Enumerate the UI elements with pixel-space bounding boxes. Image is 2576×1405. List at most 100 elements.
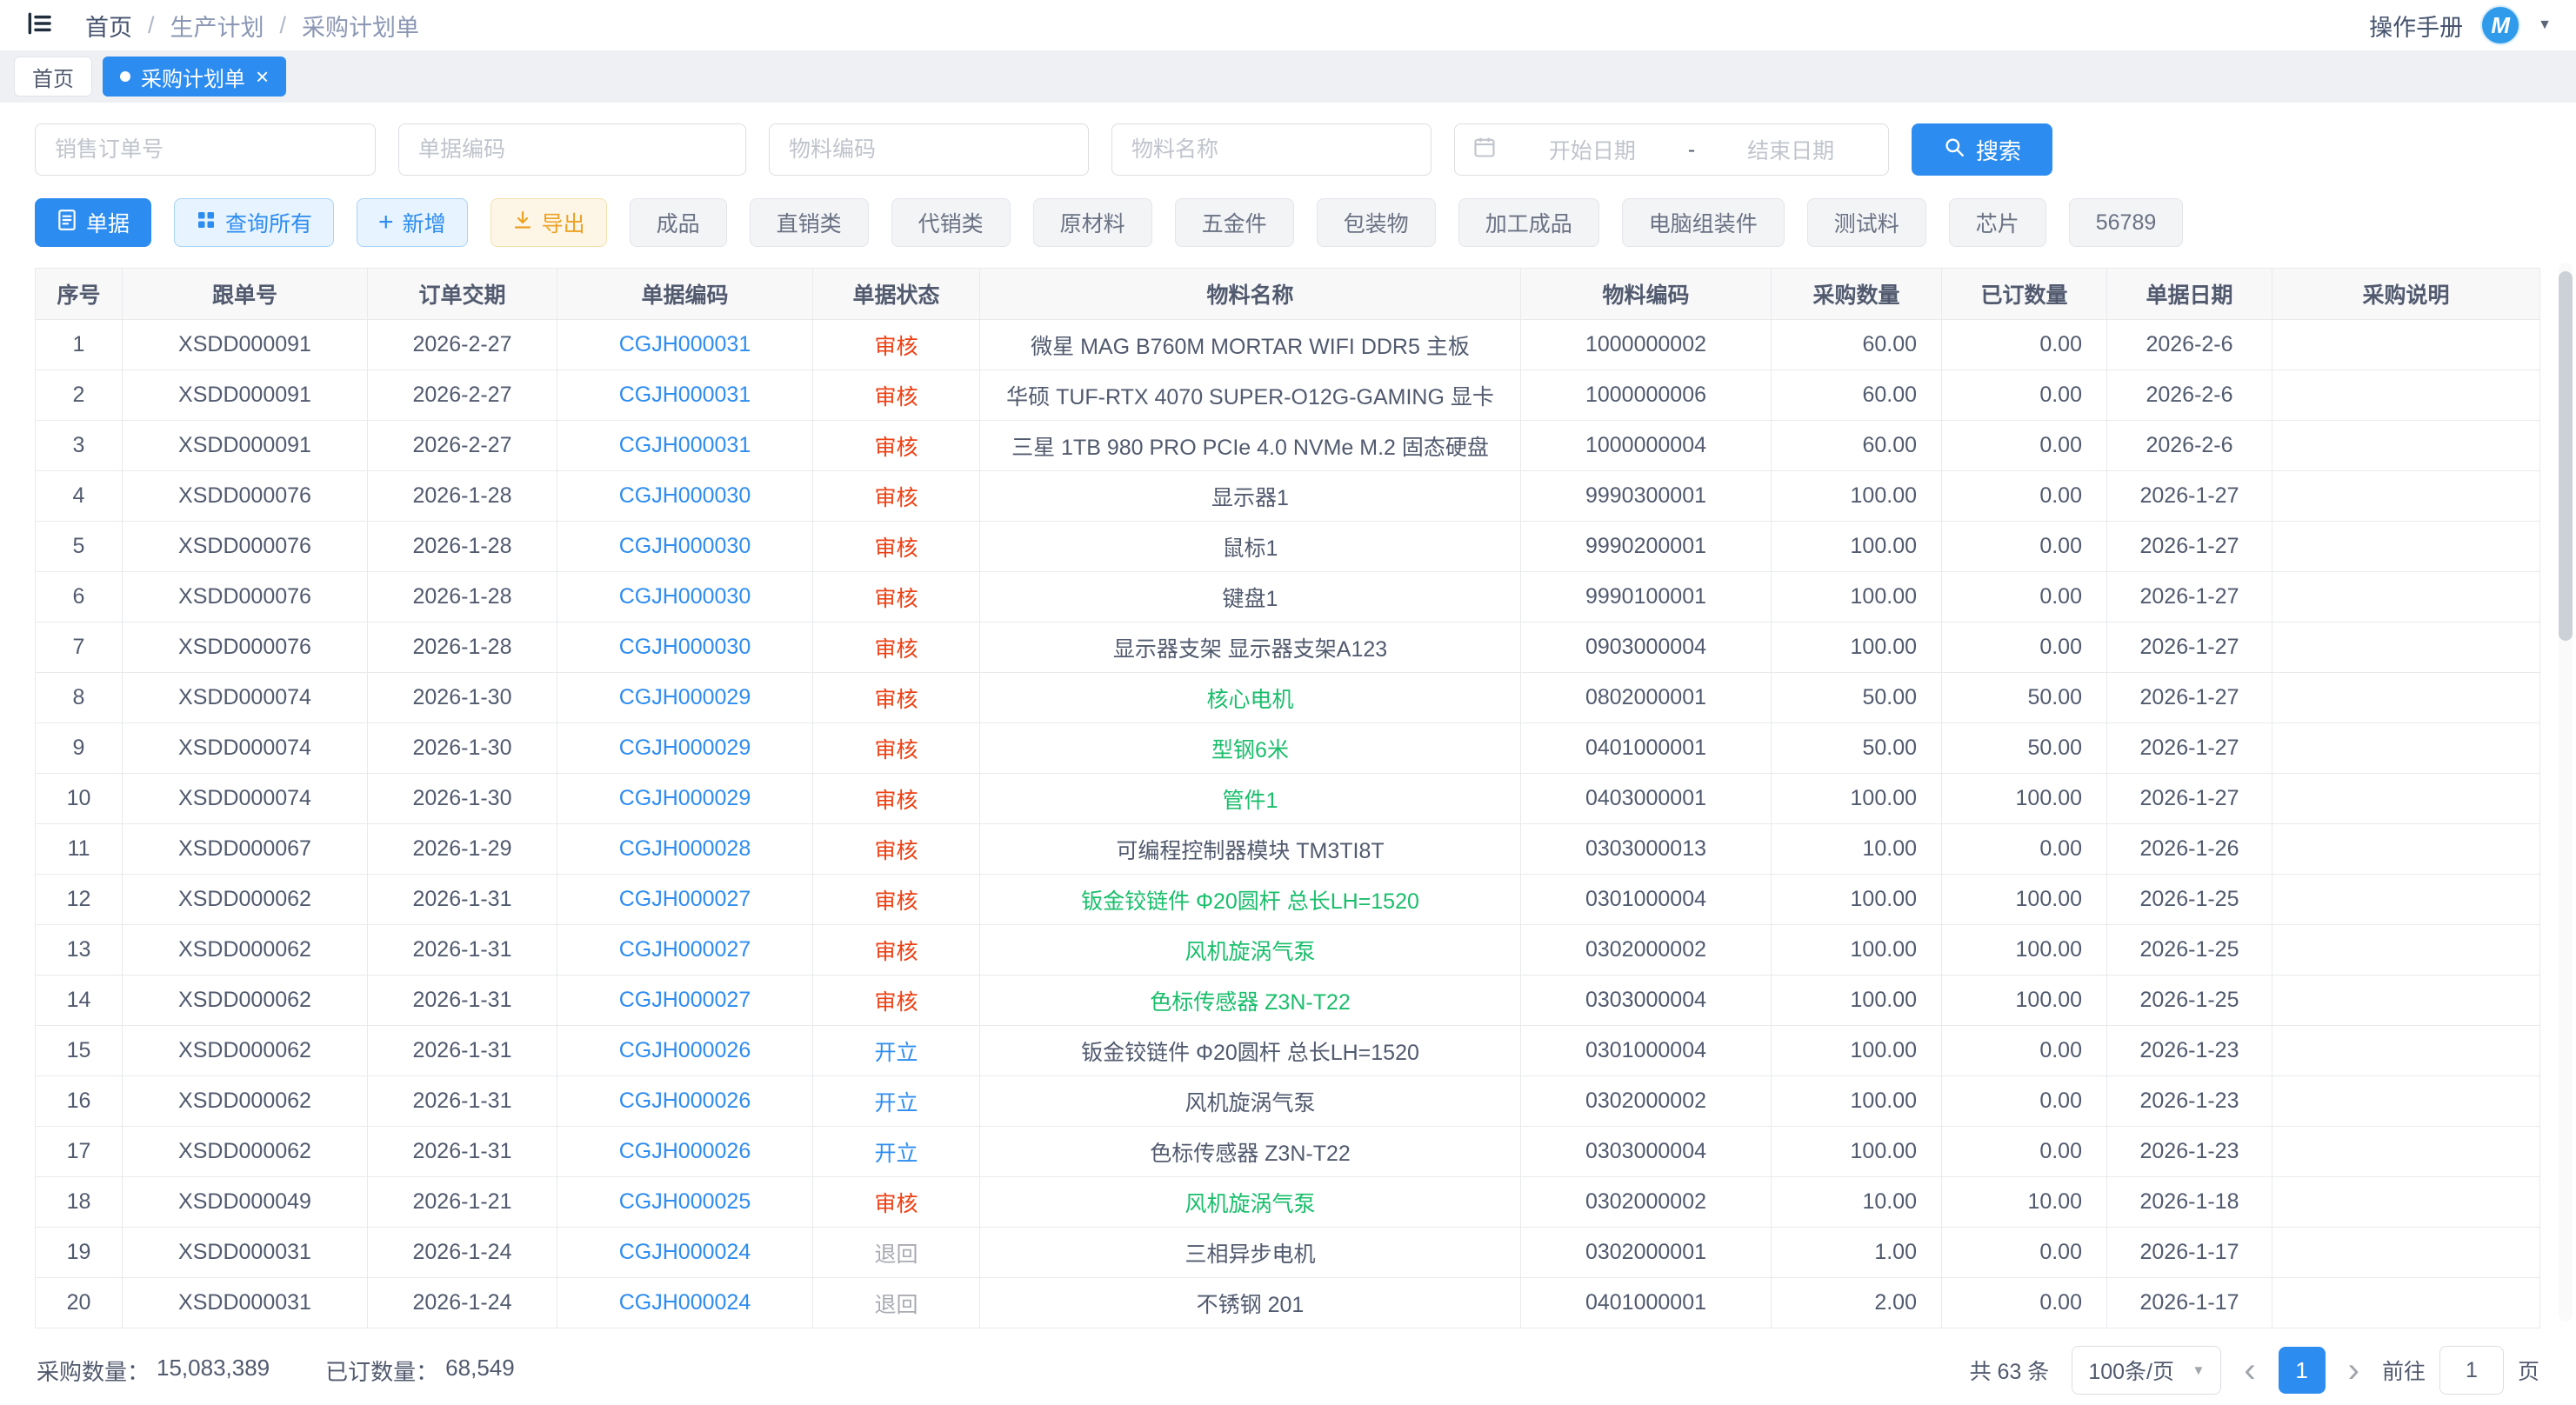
table-row[interactable]: 10XSDD0000742026-1-30CGJH000029审核管件10403… (36, 774, 2540, 824)
table-row[interactable]: 2XSDD0000912026-2-27CGJH000031审核华硕 TUF-R… (36, 370, 2540, 421)
cell-material_name: 三星 1TB 980 PRO PCIe 4.0 NVMe M.2 固态硬盘 (980, 421, 1521, 471)
category-filter-button[interactable]: 加工成品 (1458, 198, 1599, 247)
category-filter-button[interactable]: 原材料 (1033, 198, 1152, 247)
sales-order-input[interactable] (35, 123, 376, 176)
category-filter-button[interactable]: 芯片 (1949, 198, 2046, 247)
cell-note (2272, 572, 2540, 623)
doc-code-link[interactable]: CGJH000028 (557, 824, 813, 875)
tab-home[interactable]: 首页 (14, 57, 92, 97)
category-filter-button[interactable]: 成品 (630, 198, 727, 247)
cell-due_date: 2026-1-31 (368, 925, 557, 976)
cell-purchase_qty: 50.00 (1772, 723, 1942, 774)
query-all-button[interactable]: 查询所有 (174, 198, 334, 247)
category-filter-button[interactable]: 直销类 (750, 198, 869, 247)
table-row[interactable]: 19XSDD0000312026-1-24CGJH000024退回三相异步电机0… (36, 1228, 2540, 1278)
table-row[interactable]: 11XSDD0000672026-1-29CGJH000028审核可编程控制器模… (36, 824, 2540, 875)
doc-code-link[interactable]: CGJH000024 (557, 1278, 813, 1328)
add-button[interactable]: + 新增 (357, 198, 468, 247)
table-row[interactable]: 4XSDD0000762026-1-28CGJH000030审核显示器19990… (36, 471, 2540, 522)
table-row[interactable]: 7XSDD0000762026-1-28CGJH000030审核显示器支架 显示… (36, 623, 2540, 673)
column-header: 订单交期 (368, 269, 557, 320)
chevron-down-icon[interactable]: ▼ (2538, 17, 2552, 33)
category-filter-button[interactable]: 56789 (2069, 198, 2184, 247)
operation-manual-link[interactable]: 操作手册 (2369, 9, 2463, 43)
close-icon[interactable]: × (256, 65, 269, 88)
cell-material_code: 1000000004 (1521, 421, 1772, 471)
next-page-button[interactable]: › (2348, 1353, 2359, 1388)
cell-seq: 16 (36, 1076, 123, 1127)
doc-code-link[interactable]: CGJH000026 (557, 1026, 813, 1076)
table-row[interactable]: 14XSDD0000622026-1-31CGJH000027审核色标传感器 Z… (36, 976, 2540, 1026)
category-filter-button[interactable]: 测试料 (1807, 198, 1926, 247)
doc-code-link[interactable]: CGJH000031 (557, 370, 813, 421)
tab-purchase-plan[interactable]: 采购计划单 × (103, 57, 286, 97)
breadcrumb-item-production-plan[interactable]: 生产计划 (170, 9, 264, 43)
material-name-input[interactable] (1111, 123, 1431, 176)
doc-code-link[interactable]: CGJH000030 (557, 623, 813, 673)
doc-code-link[interactable]: CGJH000026 (557, 1076, 813, 1127)
doc-code-link[interactable]: CGJH000024 (557, 1228, 813, 1278)
cell-seq: 2 (36, 370, 123, 421)
vertical-scrollbar-thumb[interactable] (2559, 271, 2573, 641)
material-code-input[interactable] (769, 123, 1089, 176)
avatar[interactable]: M (2480, 5, 2520, 45)
vertical-scrollbar-track[interactable] (2559, 263, 2573, 1322)
chevron-down-icon: ▼ (2192, 1363, 2205, 1378)
cell-due_date: 2026-1-28 (368, 471, 557, 522)
table-row[interactable]: 1XSDD0000912026-2-27CGJH000031审核微星 MAG B… (36, 320, 2540, 370)
prev-page-button[interactable]: ‹ (2244, 1353, 2255, 1388)
doc-code-link[interactable]: CGJH000029 (557, 774, 813, 824)
table-row[interactable]: 20XSDD0000312026-1-24CGJH000024退回不锈钢 201… (36, 1278, 2540, 1328)
download-icon (512, 210, 533, 236)
cell-material_name: 色标传感器 Z3N-T22 (980, 1127, 1521, 1177)
export-button[interactable]: 导出 (491, 198, 607, 247)
sidebar-toggle-button[interactable] (24, 10, 54, 42)
breadcrumb-item-home[interactable]: 首页 (85, 9, 132, 43)
doc-code-input[interactable] (398, 123, 746, 176)
table-row[interactable]: 9XSDD0000742026-1-30CGJH000029审核型钢6米0401… (36, 723, 2540, 774)
category-filter-button[interactable]: 电脑组装件 (1622, 198, 1785, 247)
search-icon (1943, 136, 1965, 164)
page-size-select[interactable]: 100条/页 ▼ (2072, 1346, 2221, 1395)
category-filter-button[interactable]: 五金件 (1175, 198, 1294, 247)
doc-code-link[interactable]: CGJH000027 (557, 976, 813, 1026)
table-row[interactable]: 18XSDD0000492026-1-21CGJH000025审核风机旋涡气泵0… (36, 1177, 2540, 1228)
doc-code-link[interactable]: CGJH000031 (557, 421, 813, 471)
table-row[interactable]: 5XSDD0000762026-1-28CGJH000030审核鼠标199902… (36, 522, 2540, 572)
table-row[interactable]: 16XSDD0000622026-1-31CGJH000026开立风机旋涡气泵0… (36, 1076, 2540, 1127)
table-row[interactable]: 8XSDD0000742026-1-30CGJH000029审核核心电机0802… (36, 673, 2540, 723)
goto-page-input[interactable] (2439, 1346, 2504, 1395)
date-range-picker[interactable]: 开始日期 - 结束日期 (1454, 123, 1889, 176)
doc-code-link[interactable]: CGJH000030 (557, 471, 813, 522)
doc-code-link[interactable]: CGJH000030 (557, 522, 813, 572)
doc-code-link[interactable]: CGJH000026 (557, 1127, 813, 1177)
page-number-button[interactable]: 1 (2279, 1347, 2326, 1394)
cell-doc_date: 2026-1-25 (2107, 925, 2272, 976)
doc-code-link[interactable]: CGJH000029 (557, 673, 813, 723)
table-row[interactable]: 17XSDD0000622026-1-31CGJH000026开立色标传感器 Z… (36, 1127, 2540, 1177)
table-row[interactable]: 13XSDD0000622026-1-31CGJH000027审核风机旋涡气泵0… (36, 925, 2540, 976)
table-row[interactable]: 15XSDD0000622026-1-31CGJH000026开立钣金铰链件 Φ… (36, 1026, 2540, 1076)
cell-seq: 1 (36, 320, 123, 370)
document-button[interactable]: 单据 (35, 198, 151, 247)
cell-purchase_qty: 100.00 (1772, 471, 1942, 522)
cell-doc_date: 2026-1-25 (2107, 976, 2272, 1026)
doc-code-link[interactable]: CGJH000030 (557, 572, 813, 623)
doc-code-link[interactable]: CGJH000025 (557, 1177, 813, 1228)
category-filter-button[interactable]: 代销类 (891, 198, 1011, 247)
cell-seq: 5 (36, 522, 123, 572)
cell-status: 审核 (813, 623, 980, 673)
table-row[interactable]: 3XSDD0000912026-2-27CGJH000031审核三星 1TB 9… (36, 421, 2540, 471)
doc-code-link[interactable]: CGJH000031 (557, 320, 813, 370)
doc-code-link[interactable]: CGJH000027 (557, 875, 813, 925)
doc-code-link[interactable]: CGJH000027 (557, 925, 813, 976)
cell-order_no: XSDD000062 (123, 1076, 368, 1127)
category-filter-button[interactable]: 包装物 (1317, 198, 1436, 247)
cell-doc_date: 2026-1-23 (2107, 1076, 2272, 1127)
cell-material_code: 0401000001 (1521, 723, 1772, 774)
table-row[interactable]: 6XSDD0000762026-1-28CGJH000030审核键盘199901… (36, 572, 2540, 623)
table-row[interactable]: 12XSDD0000622026-1-31CGJH000027审核钣金铰链件 Φ… (36, 875, 2540, 925)
doc-code-link[interactable]: CGJH000029 (557, 723, 813, 774)
cell-order_no: XSDD000076 (123, 623, 368, 673)
search-button[interactable]: 搜索 (1912, 123, 2052, 176)
